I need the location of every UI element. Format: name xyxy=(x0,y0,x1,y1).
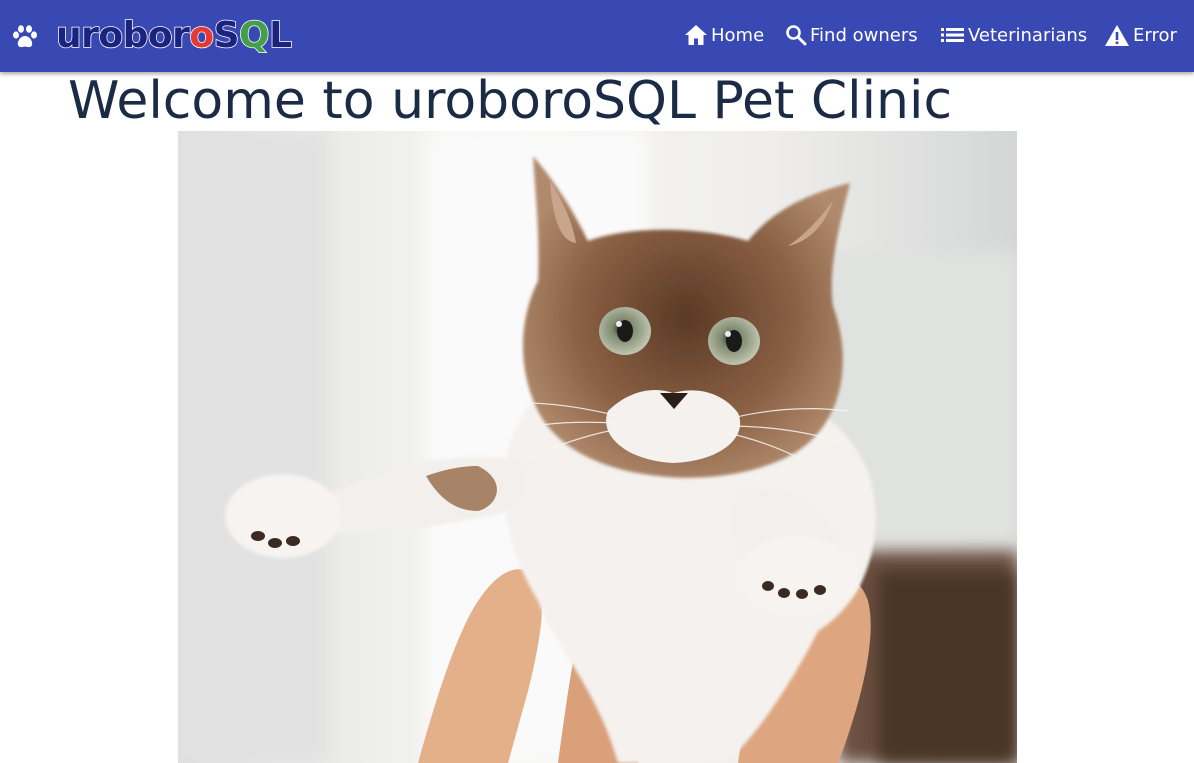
logo-text-l: L xyxy=(268,14,292,57)
nav-veterinarians-link[interactable]: Veterinarians xyxy=(941,20,1087,50)
logo-accent-o: o xyxy=(189,14,215,57)
nav-find-owners-link[interactable]: Find owners xyxy=(785,20,918,50)
nav-home-label: Home xyxy=(711,24,765,46)
search-icon xyxy=(786,25,807,46)
nav-find-owners-label: Find owners xyxy=(810,24,918,46)
warning-icon xyxy=(1105,24,1129,46)
page-title: Welcome to uroboroSQL Pet Clinic xyxy=(68,71,953,131)
nav-home-link[interactable]: Home xyxy=(684,20,764,50)
paw-icon[interactable] xyxy=(12,24,38,50)
brand-logo[interactable]: urobor o S Q L xyxy=(55,10,293,60)
logo-text-part: urobor xyxy=(55,14,190,57)
nav-error-label: Error xyxy=(1133,24,1177,46)
top-navbar: urobor o S Q L Home Find owners Veterinarian… xyxy=(0,0,1194,72)
list-icon xyxy=(941,28,964,42)
home-icon xyxy=(685,25,707,45)
logo-text-s: S xyxy=(213,14,240,57)
logo-accent-q: Q xyxy=(238,14,270,57)
nav-veterinarians-label: Veterinarians xyxy=(968,24,1088,46)
hero-cat-image xyxy=(178,131,1017,763)
nav-error-link[interactable]: Error xyxy=(1104,20,1177,50)
